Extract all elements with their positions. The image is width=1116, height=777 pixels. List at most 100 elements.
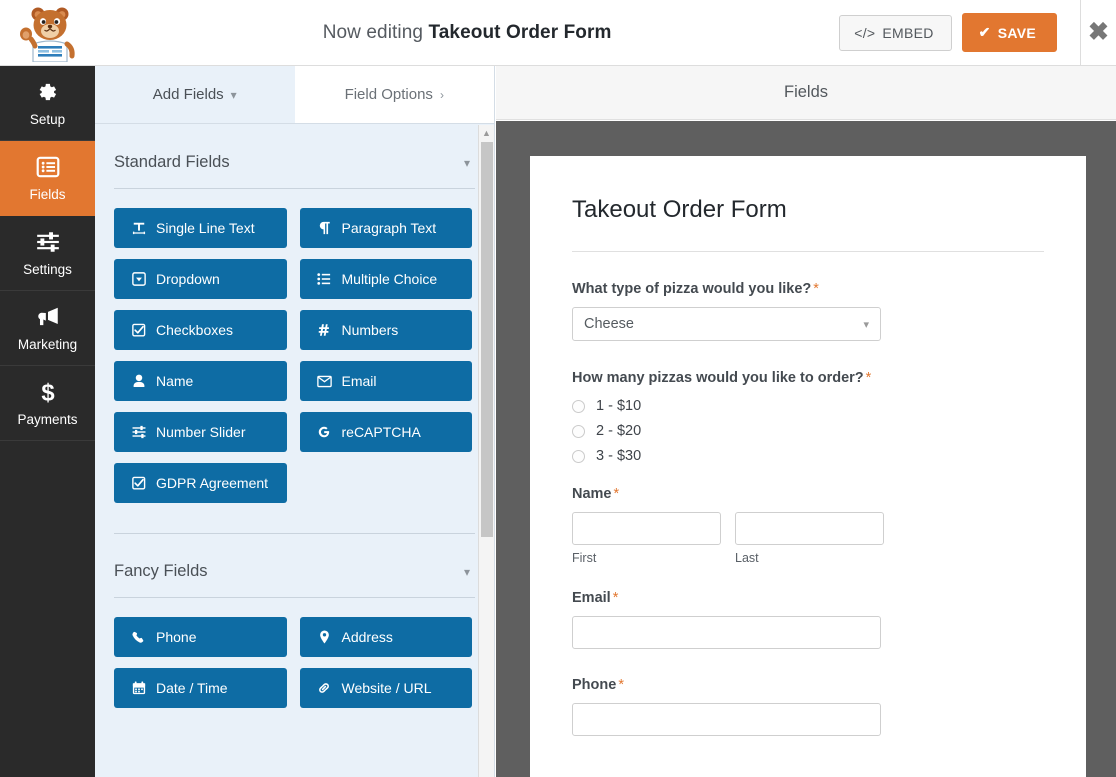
field-button-label: reCAPTCHA bbox=[342, 424, 421, 440]
name-last-input[interactable] bbox=[735, 512, 884, 545]
sidebar-item-fields[interactable]: Fields bbox=[0, 141, 95, 216]
panel-tabs: Add Fields ▾ Field Options › bbox=[95, 66, 494, 124]
close-builder-button[interactable]: ✖ bbox=[1080, 0, 1116, 66]
field-button-email[interactable]: Email bbox=[300, 361, 473, 401]
field-button-name[interactable]: Name bbox=[114, 361, 287, 401]
form-preview-area: Fields Takeout Order Form What type of p… bbox=[496, 66, 1116, 777]
sidebar-item-label: Fields bbox=[29, 187, 65, 202]
form-field-phone[interactable]: Phone* bbox=[572, 677, 1044, 736]
radio-option-label: 2 - $20 bbox=[596, 423, 641, 439]
caret-up-icon[interactable]: ▲ bbox=[479, 125, 494, 140]
form-field-name[interactable]: Name* First Last bbox=[572, 486, 1044, 565]
sidebar-item-marketing[interactable]: Marketing bbox=[0, 291, 95, 366]
field-button-paragraph-text[interactable]: Paragraph Text bbox=[300, 208, 473, 248]
form-field-pizza-quantity[interactable]: How many pizzas would you like to order?… bbox=[572, 370, 1044, 464]
email-input[interactable] bbox=[572, 616, 881, 649]
sidebar-item-setup[interactable]: Setup bbox=[0, 66, 95, 141]
field-button-label: Phone bbox=[156, 629, 196, 645]
megaphone-icon bbox=[35, 304, 61, 330]
name-last-col: Last bbox=[735, 512, 884, 565]
chevron-down-icon: ▾ bbox=[464, 565, 470, 579]
form-preview-title: Takeout Order Form bbox=[572, 196, 1044, 224]
caret-square-down-icon bbox=[131, 272, 146, 286]
required-marker: * bbox=[618, 677, 624, 693]
sliders-icon bbox=[131, 425, 146, 439]
fancy-fields-section: Fancy Fields ▾ Phone A bbox=[95, 533, 494, 708]
field-button-multiple-choice[interactable]: Multiple Choice bbox=[300, 259, 473, 299]
field-button-dropdown[interactable]: Dropdown bbox=[114, 259, 287, 299]
wpforms-logo bbox=[0, 0, 95, 66]
tab-field-options[interactable]: Field Options › bbox=[295, 66, 495, 123]
fields-panel-scrollbar[interactable]: ▲ bbox=[478, 125, 494, 777]
tab-add-fields-label: Add Fields bbox=[153, 86, 224, 103]
field-button-address[interactable]: Address bbox=[300, 617, 473, 657]
field-button-checkboxes[interactable]: Checkboxes bbox=[114, 310, 287, 350]
field-button-label: Date / Time bbox=[156, 680, 228, 696]
field-label: Name* bbox=[572, 486, 1044, 502]
user-icon bbox=[131, 374, 146, 388]
field-button-recaptcha[interactable]: reCAPTCHA bbox=[300, 412, 473, 452]
radio-option[interactable]: 1 - $10 bbox=[572, 398, 1044, 414]
field-label-text: How many pizzas would you like to order? bbox=[572, 370, 864, 386]
field-button-number-slider[interactable]: Number Slider bbox=[114, 412, 287, 452]
name-first-sublabel: First bbox=[572, 551, 721, 565]
field-button-label: Multiple Choice bbox=[342, 271, 438, 287]
field-button-label: Numbers bbox=[342, 322, 399, 338]
radio-option[interactable]: 2 - $20 bbox=[572, 423, 1044, 439]
radio-icon[interactable] bbox=[572, 425, 585, 438]
radio-icon[interactable] bbox=[572, 400, 585, 413]
check-square-icon bbox=[131, 323, 146, 337]
field-button-label: Checkboxes bbox=[156, 322, 233, 338]
top-toolbar: Now editing Takeout Order Form </> EMBED… bbox=[0, 0, 1080, 66]
pizza-type-select[interactable]: Cheese ▾ bbox=[572, 307, 881, 341]
field-button-label: Paragraph Text bbox=[342, 220, 437, 236]
embed-button-label: EMBED bbox=[882, 25, 933, 41]
field-label-text: Email bbox=[572, 590, 611, 606]
tab-add-fields[interactable]: Add Fields ▾ bbox=[95, 66, 295, 123]
sidebar-item-label: Payments bbox=[17, 412, 77, 427]
name-last-sublabel: Last bbox=[735, 551, 884, 565]
toolbar-actions: </> EMBED ✔ SAVE bbox=[839, 13, 1080, 52]
field-label: Email* bbox=[572, 590, 1044, 606]
field-button-numbers[interactable]: Numbers bbox=[300, 310, 473, 350]
field-label: What type of pizza would you like?* bbox=[572, 281, 1044, 297]
field-button-website-url[interactable]: Website / URL bbox=[300, 668, 473, 708]
sidebar-item-settings[interactable]: Settings bbox=[0, 216, 95, 291]
field-label-text: Name bbox=[572, 486, 612, 502]
sidebar-item-payments[interactable]: $ Payments bbox=[0, 366, 95, 441]
field-button-gdpr-agreement[interactable]: GDPR Agreement bbox=[114, 463, 287, 503]
section-fancy-fields-header[interactable]: Fancy Fields ▾ bbox=[95, 534, 494, 581]
calendar-icon bbox=[131, 681, 146, 695]
field-button-label: Email bbox=[342, 373, 377, 389]
embed-button[interactable]: </> EMBED bbox=[839, 15, 951, 51]
chevron-down-icon: ▾ bbox=[464, 156, 470, 170]
field-button-phone[interactable]: Phone bbox=[114, 617, 287, 657]
divider bbox=[572, 251, 1044, 252]
fields-list-scroll-area: Standard Fields ▾ Single Line Text Parag… bbox=[95, 125, 494, 777]
save-button-label: SAVE bbox=[998, 25, 1036, 41]
required-marker: * bbox=[613, 590, 619, 606]
phone-input[interactable] bbox=[572, 703, 881, 736]
section-standard-fields-header[interactable]: Standard Fields ▾ bbox=[95, 125, 494, 172]
field-button-single-line-text[interactable]: Single Line Text bbox=[114, 208, 287, 248]
fancy-fields-grid: Phone Address Date / Time bbox=[95, 598, 494, 708]
form-card: Takeout Order Form What type of pizza wo… bbox=[530, 156, 1086, 777]
field-button-label: Dropdown bbox=[156, 271, 220, 287]
field-button-date-time[interactable]: Date / Time bbox=[114, 668, 287, 708]
radio-icon[interactable] bbox=[572, 450, 585, 463]
save-button[interactable]: ✔ SAVE bbox=[962, 13, 1057, 52]
name-first-input[interactable] bbox=[572, 512, 721, 545]
preview-header-title: Fields bbox=[784, 83, 828, 102]
field-label-text: What type of pizza would you like? bbox=[572, 281, 811, 297]
sliders-icon bbox=[35, 229, 61, 255]
page-title: Now editing Takeout Order Form bbox=[95, 22, 839, 44]
chevron-down-icon: ▾ bbox=[231, 88, 237, 102]
form-field-pizza-type[interactable]: What type of pizza would you like?* Chee… bbox=[572, 281, 1044, 341]
scrollbar-thumb[interactable] bbox=[481, 142, 493, 537]
list-ul-icon bbox=[317, 272, 332, 286]
form-field-email[interactable]: Email* bbox=[572, 590, 1044, 649]
field-button-label: Number Slider bbox=[156, 424, 245, 440]
paragraph-icon bbox=[317, 221, 332, 235]
radio-option[interactable]: 3 - $30 bbox=[572, 448, 1044, 464]
tab-field-options-label: Field Options bbox=[345, 86, 433, 103]
